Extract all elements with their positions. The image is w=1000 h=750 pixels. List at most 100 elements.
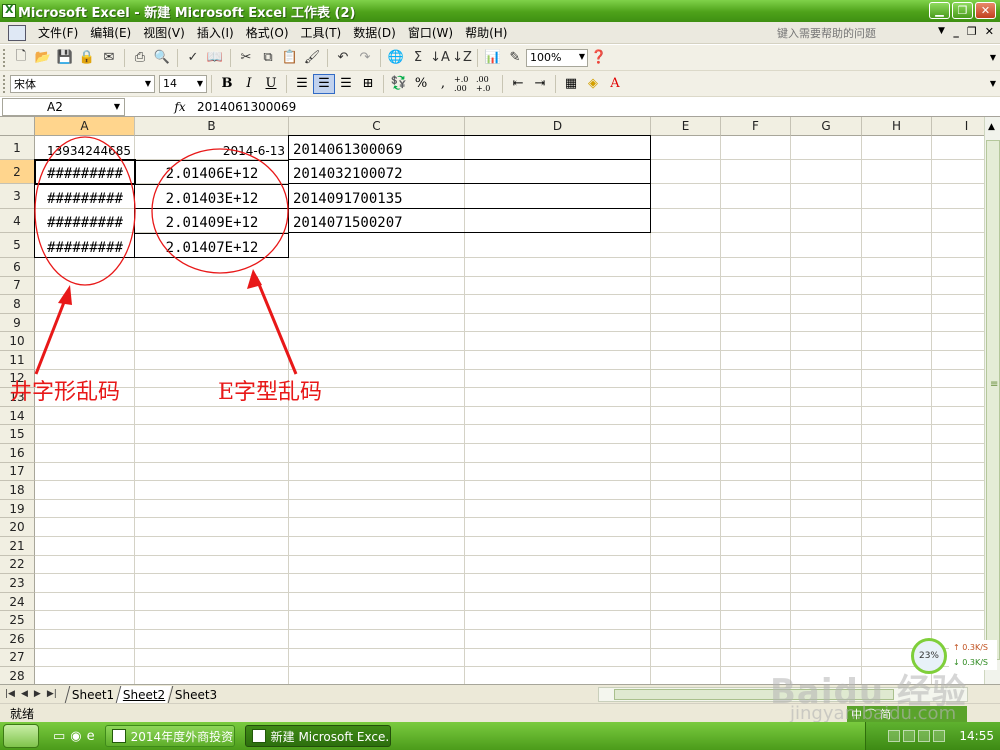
copy-icon[interactable]: ⧉ bbox=[258, 48, 278, 68]
select-all-corner[interactable] bbox=[0, 117, 35, 136]
italic-button[interactable]: I bbox=[238, 74, 260, 94]
decrease-indent-icon[interactable]: ⇤ bbox=[507, 74, 529, 94]
column-header-G[interactable]: G bbox=[791, 117, 862, 136]
first-sheet-icon[interactable]: |◀ bbox=[5, 689, 15, 699]
column-header-B[interactable]: B bbox=[135, 117, 289, 136]
sort-ascending-icon[interactable]: ↓A bbox=[430, 48, 450, 68]
align-left-icon[interactable]: ☰ bbox=[291, 74, 313, 94]
security-tray-icon[interactable] bbox=[933, 730, 946, 742]
column-header-C[interactable]: C bbox=[289, 117, 465, 136]
help-dropdown-icon[interactable]: ▼ bbox=[938, 26, 945, 36]
row-header-24[interactable]: 24 bbox=[0, 592, 35, 612]
borders-icon[interactable]: ▦ bbox=[560, 74, 582, 94]
underline-button[interactable]: U bbox=[260, 74, 282, 94]
print-icon[interactable]: ⎙ bbox=[130, 48, 150, 68]
row-header-20[interactable]: 20 bbox=[0, 518, 35, 537]
redo-icon[interactable]: ↷ bbox=[355, 48, 375, 68]
insert-function-icon[interactable]: fx bbox=[165, 100, 195, 114]
research-icon[interactable]: 📖 bbox=[205, 48, 225, 68]
toolbar-grip[interactable] bbox=[3, 48, 7, 67]
column-header-I[interactable]: I bbox=[932, 117, 984, 136]
increase-indent-icon[interactable]: ⇥ bbox=[529, 74, 551, 94]
row-header-28[interactable]: 28 bbox=[0, 667, 35, 684]
workbook-icon[interactable] bbox=[8, 24, 26, 41]
fill-color-icon[interactable]: ◈ bbox=[582, 74, 604, 94]
autosum-icon[interactable]: Σ bbox=[408, 48, 428, 68]
comma-button[interactable]: , bbox=[432, 74, 454, 94]
row-header-4[interactable]: 4 bbox=[0, 209, 35, 233]
cell-A5[interactable]: ######### bbox=[35, 233, 135, 258]
row-header-11[interactable]: 11 bbox=[0, 351, 35, 370]
sheet-tab-3[interactable]: Sheet3 bbox=[167, 685, 224, 703]
network-speed-widget[interactable]: 23% ↑ 0.3K/S ↓ 0.3K/S bbox=[907, 636, 997, 676]
row-header-27[interactable]: 27 bbox=[0, 648, 35, 668]
cell-B5[interactable]: 2.01407E+12 bbox=[135, 233, 289, 258]
ie-icon[interactable]: e bbox=[87, 729, 95, 744]
vertical-scroll-thumb[interactable] bbox=[986, 140, 1000, 660]
antivirus-tray-icon[interactable] bbox=[918, 730, 931, 742]
row-header-6[interactable]: 6 bbox=[0, 258, 35, 277]
merge-center-icon[interactable]: ⊞ bbox=[357, 74, 379, 94]
cell-A3[interactable]: ######### bbox=[35, 184, 135, 209]
row-header-9[interactable]: 9 bbox=[0, 313, 35, 333]
row-header-7[interactable]: 7 bbox=[0, 276, 35, 296]
toolbar-options-icon[interactable]: ▼ bbox=[990, 53, 996, 62]
cell-C4[interactable]: 2014071500207 bbox=[289, 209, 465, 233]
cell-C1[interactable]: 2014061300069 bbox=[289, 136, 465, 160]
permission-icon[interactable]: 🔒 bbox=[77, 48, 97, 68]
font-color-icon[interactable]: A bbox=[604, 74, 626, 94]
menu-insert[interactable]: 插入(I) bbox=[191, 24, 240, 41]
font-name-select[interactable]: 宋体 ▼ bbox=[10, 74, 155, 93]
bold-button[interactable]: B bbox=[216, 74, 238, 94]
menu-file[interactable]: 文件(F) bbox=[32, 24, 84, 41]
column-header-D[interactable]: D bbox=[465, 117, 651, 136]
help-icon[interactable]: ❓ bbox=[589, 48, 609, 68]
prev-sheet-icon[interactable]: ◀ bbox=[21, 689, 28, 699]
font-size-select[interactable]: 14 ▼ bbox=[159, 74, 207, 93]
row-header-22[interactable]: 22 bbox=[0, 555, 35, 575]
cell-A1[interactable]: 13934244685 bbox=[35, 136, 135, 160]
cell-B1[interactable]: 2014-6-13 bbox=[135, 136, 289, 160]
cell-C3[interactable]: 2014091700135 bbox=[289, 184, 465, 209]
doc-restore-icon[interactable]: ❐ bbox=[967, 25, 977, 38]
browser-icon[interactable]: ◉ bbox=[70, 729, 81, 744]
menu-window[interactable]: 窗口(W) bbox=[402, 24, 459, 41]
menu-view[interactable]: 视图(V) bbox=[137, 24, 191, 41]
row-header-1[interactable]: 1 bbox=[0, 136, 35, 160]
toolbar-grip[interactable] bbox=[3, 74, 7, 93]
last-sheet-icon[interactable]: ▶| bbox=[47, 689, 57, 699]
maximize-button[interactable]: ❐ bbox=[952, 2, 973, 19]
doc-close-icon[interactable]: ✕ bbox=[985, 25, 994, 38]
cell-B4[interactable]: 2.01409E+12 bbox=[135, 209, 289, 233]
column-header-E[interactable]: E bbox=[651, 117, 721, 136]
drawing-icon[interactable]: ✎ bbox=[505, 48, 525, 68]
decrease-decimal-icon[interactable]: .00 +.0 bbox=[476, 74, 498, 94]
name-box[interactable]: A2 ▼ bbox=[2, 97, 125, 116]
horizontal-scroll-thumb[interactable] bbox=[614, 689, 894, 700]
cell-B3[interactable]: 2.01403E+12 bbox=[135, 184, 289, 209]
new-icon[interactable]: 🗋 bbox=[11, 48, 31, 68]
sort-descending-icon[interactable]: ↓Z bbox=[452, 48, 472, 68]
row-header-8[interactable]: 8 bbox=[0, 295, 35, 314]
ime-toolbar[interactable]: 中 ⌒ 简 bbox=[847, 706, 967, 722]
menu-format[interactable]: 格式(O) bbox=[240, 24, 295, 41]
open-icon[interactable]: 📂 bbox=[33, 48, 53, 68]
vertical-scrollbar[interactable]: ▲ ≡ bbox=[984, 117, 1000, 684]
spelling-icon[interactable]: ✓ bbox=[183, 48, 203, 68]
horizontal-scrollbar[interactable] bbox=[598, 687, 968, 702]
row-header-18[interactable]: 18 bbox=[0, 481, 35, 500]
minimize-button[interactable]: ▁ bbox=[929, 2, 950, 19]
cell-A2[interactable]: ######### bbox=[35, 160, 135, 184]
menu-edit[interactable]: 编辑(E) bbox=[84, 24, 137, 41]
column-header-F[interactable]: F bbox=[721, 117, 791, 136]
sheet-tab-2[interactable]: Sheet2 bbox=[116, 685, 172, 703]
worksheet-grid[interactable]: A B C D E F G H I 1 2 3 4 5 6 7 8 9 10 11 12 13 14 15 1… bbox=[0, 117, 984, 684]
menu-data[interactable]: 数据(D) bbox=[347, 24, 402, 41]
percent-button[interactable]: % bbox=[410, 74, 432, 94]
row-header-16[interactable]: 16 bbox=[0, 444, 35, 463]
increase-decimal-icon[interactable]: +.0 .00 bbox=[454, 74, 476, 94]
start-button[interactable] bbox=[3, 724, 39, 748]
row-header-23[interactable]: 23 bbox=[0, 574, 35, 593]
cut-icon[interactable]: ✂ bbox=[236, 48, 256, 68]
row-header-14[interactable]: 14 bbox=[0, 406, 35, 426]
